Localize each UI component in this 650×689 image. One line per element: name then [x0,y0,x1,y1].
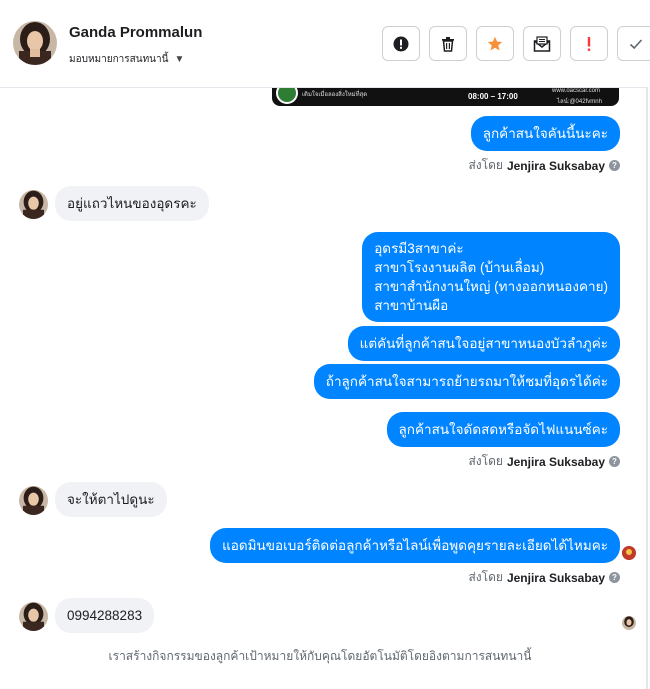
conversation-header: Ganda Prommalun มอบหมายการสนทนานี้ ▼ [0,0,650,88]
message-bubble-incoming[interactable]: 0994288283 [55,598,155,633]
message-line: สาขาบ้านผือ [374,298,449,313]
star-button[interactable] [476,26,514,61]
assign-label: มอบหมายการสนทนานี้ [69,54,169,65]
sent-by-label: ส่งโดย Jenjira Suksabay ? [468,156,620,175]
read-receipt-avatar [622,546,636,560]
assign-conversation-dropdown[interactable]: มอบหมายการสนทนานี้ ▼ [69,52,184,67]
image-brand-text: เติมใจเมื่อลองสิ่งใหม่ที่สุด [302,92,368,98]
auto-activity-note: เราสร้างกิจกรรมของลูกค้าเป้าหมายให้กับคุ… [108,649,532,663]
message-line: สาขาโรงงานผลิต (บ้านเลื่อม) [374,260,545,275]
message-thread[interactable]: เติมใจเมื่อลองสิ่งใหม่ที่สุด 08:00 – 17:… [0,88,648,689]
star-icon [487,36,503,50]
mark-unread-button[interactable] [523,26,561,61]
message-bubble-incoming[interactable]: อยู่แถวไหนของอุดรคะ [55,186,209,221]
message-bubble-outgoing[interactable]: ถ้าลูกค้าสนใจสามารถย้ายรถมาให้ชมที่อุดรไ… [313,364,620,399]
image-site-text: www.oacscar.com [552,88,601,94]
message-bubble-outgoing-multiline[interactable]: อุดรมี3สาขาค่ะ สาขาโรงงานผลิต (บ้านเลื่อ… [362,232,620,322]
contact-avatar-small[interactable] [19,190,48,219]
conversation-panel: Ganda Prommalun มอบหมายการสนทนานี้ ▼ เติ… [0,0,650,689]
sent-by-prefix: ส่งโดย [468,454,503,468]
sent-by-label: ส่งโดย Jenjira Suksabay ? [468,452,620,471]
mail-icon [533,35,551,52]
shared-image-preview[interactable]: เติมใจเมื่อลองสิ่งใหม่ที่สุด 08:00 – 17:… [272,88,619,106]
sent-by-prefix: ส่งโดย [468,158,503,172]
check-icon [629,38,643,49]
contact-avatar-small[interactable] [19,602,48,631]
conversation-toolbar [382,26,650,61]
contact-name: Ganda Prommalun [69,24,203,41]
sent-by-agent[interactable]: Jenjira Suksabay [507,571,605,585]
mark-spam-button[interactable] [382,26,420,61]
message-line: อุดรมี3สาขาค่ะ [374,241,464,256]
help-icon[interactable]: ? [609,572,620,583]
message-bubble-outgoing[interactable]: ลูกค้าสนใจดัดสดหรือจัดไฟแนนซ์คะ [386,412,620,447]
exclamation-icon [587,36,591,51]
mark-done-button[interactable] [617,26,650,61]
help-icon[interactable]: ? [609,160,620,171]
contact-read-receipt-avatar [622,616,636,630]
follow-up-button[interactable] [570,26,608,61]
image-line-text: ไลน์:@042fvmnh [557,99,602,105]
brand-logo [276,88,298,104]
message-bubble-outgoing[interactable]: ลูกค้าสนใจคันนี้นะคะ [470,116,620,151]
image-hours-text: 08:00 – 17:00 [468,92,518,101]
caret-down-icon: ▼ [174,54,185,65]
message-bubble-outgoing[interactable]: แอดมินขอเบอร์ติดต่อลูกค้าหรือไลน์เพื่อพู… [210,528,620,563]
message-bubble-outgoing[interactable]: แต่คันที่ลูกค้าสนใจอยู่สาขาหนองบัวลำภูค่… [347,326,620,361]
message-line: สาขาสำนักงานใหญ่ (ทางออกหนองคาย) [374,279,608,294]
contact-avatar-small[interactable] [19,486,48,515]
contact-avatar[interactable] [13,21,57,65]
sent-by-prefix: ส่งโดย [468,570,503,584]
help-icon[interactable]: ? [609,456,620,467]
delete-button[interactable] [429,26,467,61]
alert-circle-icon [393,36,409,51]
message-bubble-incoming[interactable]: จะให้ตาไปดูนะ [55,482,167,517]
trash-icon [442,36,454,52]
sent-by-agent[interactable]: Jenjira Suksabay [507,159,605,173]
sent-by-label: ส่งโดย Jenjira Suksabay ? [468,568,620,587]
sent-by-agent[interactable]: Jenjira Suksabay [507,455,605,469]
